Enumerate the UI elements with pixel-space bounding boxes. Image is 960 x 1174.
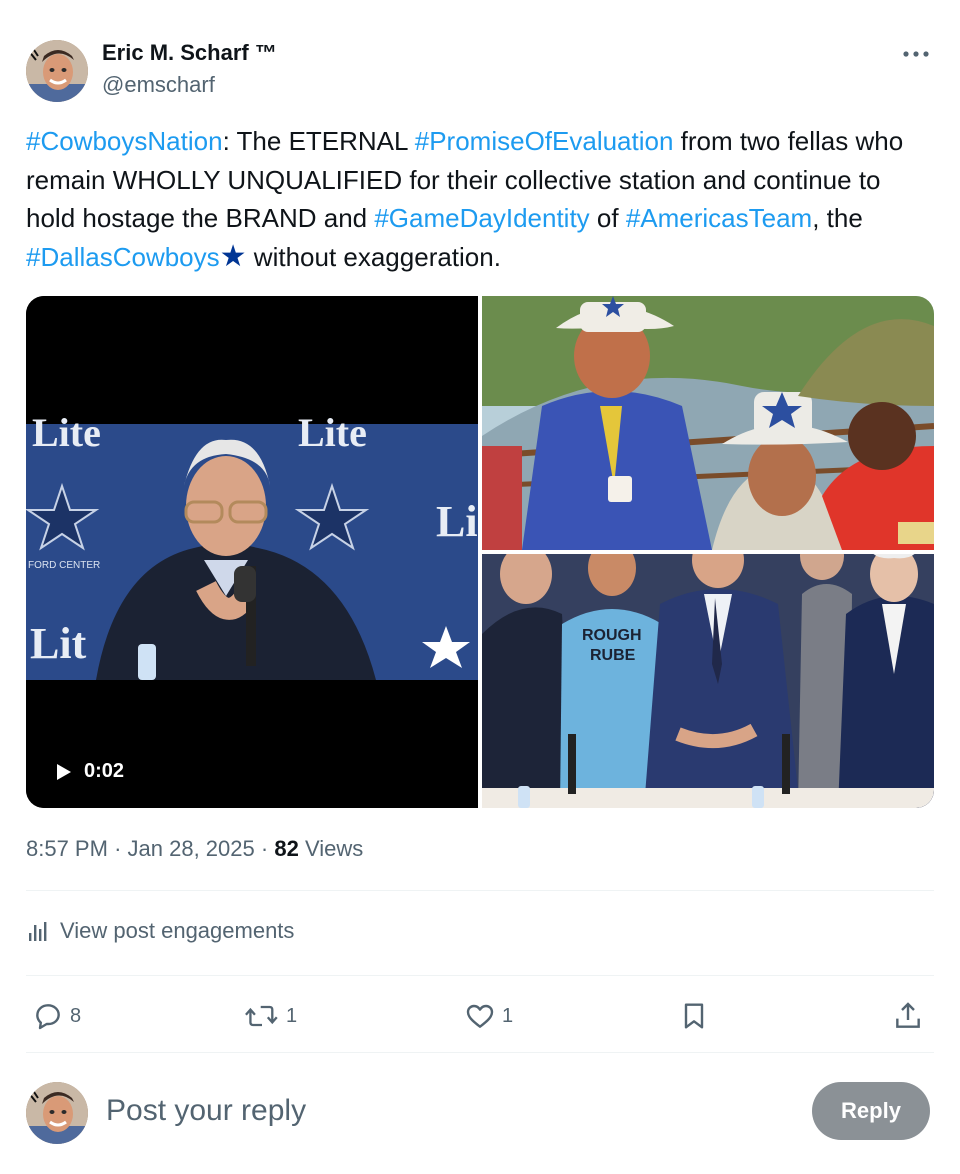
more-options-icon[interactable] bbox=[900, 42, 932, 66]
video-backdrop-sub: FORD CENTER bbox=[28, 560, 100, 571]
reply-button[interactable]: Reply bbox=[812, 1082, 930, 1140]
meta-separator: · bbox=[260, 836, 275, 861]
author-name[interactable]: Eric M. Scharf ™ bbox=[102, 40, 277, 66]
hashtag-link[interactable]: #DallasCowboys bbox=[26, 242, 220, 272]
share-icon bbox=[896, 1002, 920, 1028]
like-action[interactable]: 1 bbox=[464, 996, 513, 1036]
repost-count: 1 bbox=[286, 1004, 298, 1027]
heart-icon bbox=[466, 1004, 494, 1028]
media-grid: Lite Lite FORD CENTER Li Lit 0:02 ROUGH … bbox=[26, 296, 934, 808]
svg-text:Li: Li bbox=[436, 497, 478, 546]
repost-icon bbox=[245, 1005, 278, 1027]
reply-input[interactable]: Post your reply bbox=[106, 1094, 306, 1128]
divider bbox=[26, 890, 934, 891]
repost-action[interactable]: 1 bbox=[244, 996, 297, 1036]
tweet-time[interactable]: 8:57 PM bbox=[26, 836, 108, 861]
hashtag-link[interactable]: #AmericasTeam bbox=[626, 203, 812, 233]
tweet-meta: 8:57 PM · Jan 28, 2025 · 82 Views bbox=[26, 836, 363, 862]
cowboys-star-icon: ★ bbox=[219, 239, 247, 273]
user-avatar[interactable] bbox=[26, 1082, 88, 1144]
author-handle[interactable]: @emscharf bbox=[102, 72, 215, 98]
share-action[interactable] bbox=[892, 996, 924, 1036]
photo-press-conference[interactable]: ROUGH RUBE bbox=[482, 532, 934, 808]
tweet-text-segment: without exaggeration. bbox=[246, 241, 501, 272]
views-label: Views bbox=[304, 836, 364, 861]
divider bbox=[26, 1052, 934, 1053]
video-duration-label: 0:02 bbox=[84, 760, 125, 782]
tweet-text-segment: of bbox=[589, 203, 626, 233]
svg-text:Lit: Lit bbox=[30, 619, 87, 668]
like-count: 1 bbox=[502, 1004, 514, 1027]
reply-composer: Post your reply Reply bbox=[26, 1080, 934, 1144]
tweet-text: #CowboysNation: The ETERNAL #PromiseOfEv… bbox=[26, 122, 926, 276]
tweet-header: Eric M. Scharf ™ @emscharf bbox=[26, 38, 934, 102]
tweet-text-segment: : The ETERNAL bbox=[222, 126, 415, 156]
reply-count: 8 bbox=[70, 1004, 82, 1027]
meta-separator: · bbox=[114, 836, 128, 861]
shirt-text-line-1: ROUGH bbox=[582, 627, 642, 644]
divider bbox=[26, 975, 934, 976]
analytics-icon bbox=[29, 922, 47, 941]
reply-action[interactable]: 8 bbox=[32, 996, 81, 1036]
play-icon[interactable] bbox=[56, 763, 72, 781]
photo-characters[interactable] bbox=[481, 296, 934, 550]
author-avatar[interactable] bbox=[26, 40, 88, 102]
video-duration: 0:02 bbox=[56, 760, 124, 783]
video-player[interactable]: Lite Lite FORD CENTER Li Lit 0:02 bbox=[26, 296, 478, 808]
hashtag-link[interactable]: #PromiseOfEvaluation bbox=[415, 126, 674, 156]
tweet-date[interactable]: Jan 28, 2025 bbox=[128, 836, 255, 861]
reply-icon bbox=[36, 1004, 60, 1030]
hashtag-link[interactable]: #GameDayIdentity bbox=[374, 203, 589, 233]
views-count: 82 bbox=[274, 836, 299, 861]
view-engagements-label: View post engagements bbox=[60, 918, 295, 943]
view-engagements-link[interactable]: View post engagements bbox=[26, 918, 294, 944]
video-backdrop-logo-top: Lite bbox=[32, 410, 101, 455]
shirt-text-line-2: RUBE bbox=[590, 647, 636, 664]
bookmark-icon bbox=[684, 1003, 704, 1029]
video-backdrop-logo-top2: Lite bbox=[298, 410, 367, 455]
hashtag-link[interactable]: #CowboysNation bbox=[26, 126, 223, 156]
tweet-text-segment: , the bbox=[812, 203, 863, 233]
bookmark-action[interactable] bbox=[678, 996, 710, 1036]
action-bar: 8 1 1 bbox=[26, 996, 934, 1036]
